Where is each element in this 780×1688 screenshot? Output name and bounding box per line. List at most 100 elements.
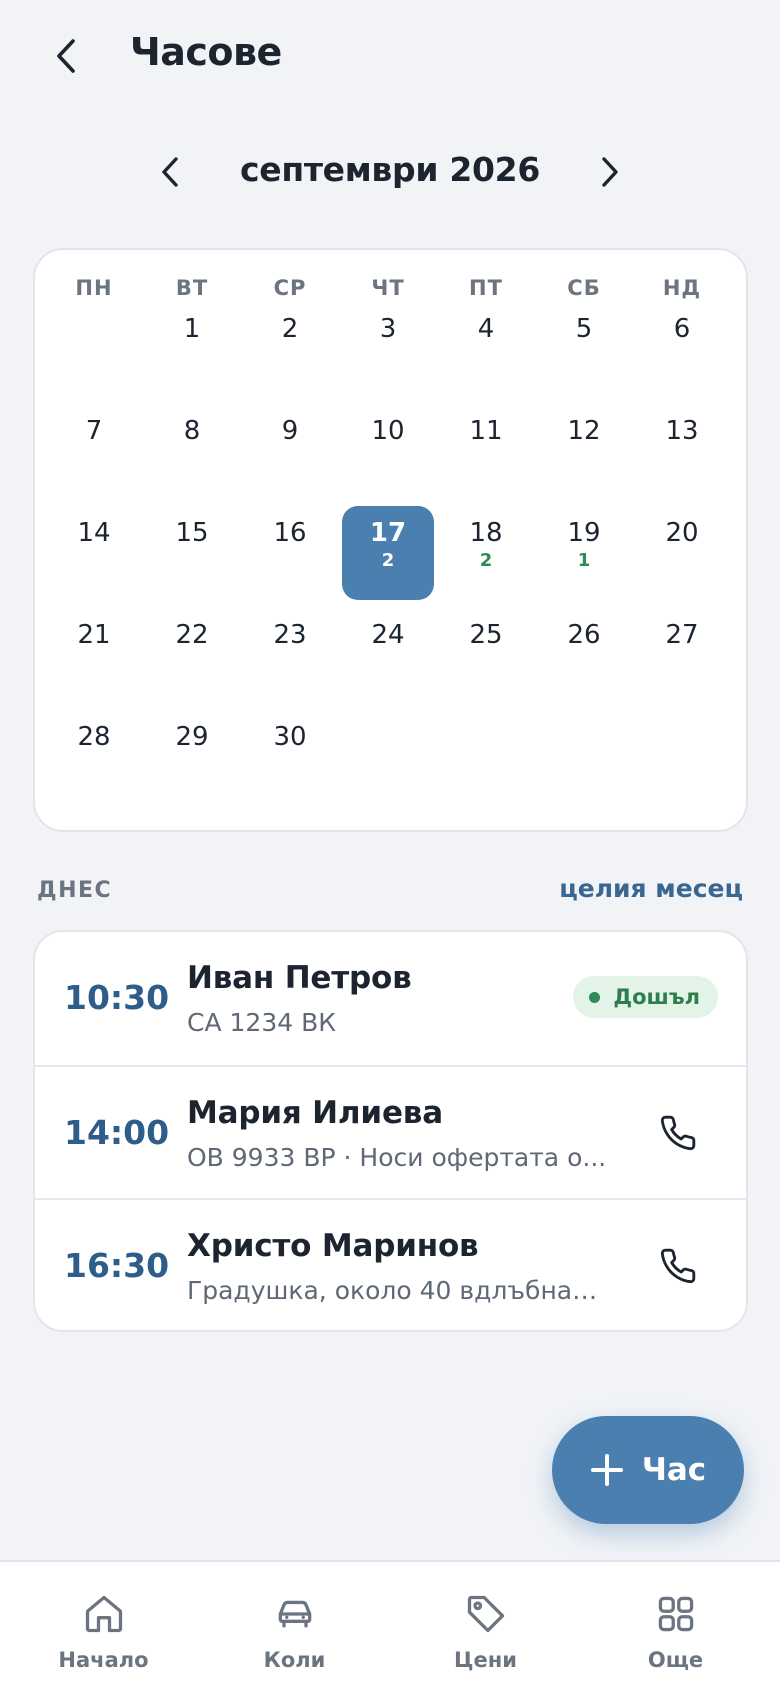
- calendar-day[interactable]: 29: [146, 710, 238, 804]
- chevron-left-icon: [57, 39, 75, 73]
- chevron-right-icon: [602, 157, 618, 187]
- nav-label: Цени: [454, 1648, 517, 1672]
- day-number: 25: [469, 620, 503, 650]
- calendar-day[interactable]: 15: [146, 506, 238, 600]
- calendar-day[interactable]: 28: [48, 710, 140, 804]
- appointments-card: 10:30 Иван Петров СА 1234 ВК Дошъл 14:00…: [33, 930, 748, 1332]
- day-number: 28: [77, 722, 111, 752]
- app-header: Часове: [0, 0, 780, 112]
- calendar-day[interactable]: 5: [538, 302, 630, 396]
- whole-month-link[interactable]: целия месец: [559, 874, 743, 903]
- client-name: Иван Петров: [187, 960, 412, 996]
- calendar-day[interactable]: 23: [244, 608, 336, 702]
- client-name: Мария Илиева: [187, 1095, 443, 1131]
- calendar-day[interactable]: 11: [440, 404, 532, 498]
- day-number: 26: [567, 620, 601, 650]
- day-number: 5: [575, 314, 593, 344]
- calendar-day[interactable]: 9: [244, 404, 336, 498]
- day-number: 18: [469, 518, 503, 548]
- status-badge: Дошъл: [573, 976, 718, 1018]
- day-number: 27: [665, 620, 699, 650]
- day-number: 24: [371, 620, 405, 650]
- next-month-button[interactable]: [588, 150, 632, 194]
- weekday-label: ЧТ: [371, 276, 405, 300]
- day-number: 9: [281, 416, 299, 446]
- calendar-day[interactable]: 20: [636, 506, 728, 600]
- day-number: 23: [273, 620, 307, 650]
- weekday-label: СБ: [567, 276, 601, 300]
- weekday-label: НД: [662, 276, 702, 300]
- calendar-day[interactable]: 17 2: [342, 506, 434, 600]
- day-number: 1: [183, 314, 201, 344]
- day-number: 21: [77, 620, 111, 650]
- phone-icon: [660, 1115, 696, 1151]
- weekday-label: ВТ: [175, 276, 209, 300]
- appointment-time: 14:00: [64, 1113, 170, 1152]
- calendar-day[interactable]: 13: [636, 404, 728, 498]
- day-number: 8: [183, 416, 201, 446]
- appointment-count: 2: [479, 550, 493, 571]
- calendar-day[interactable]: 24: [342, 608, 434, 702]
- car-icon: [278, 1600, 311, 1628]
- tag-icon: [467, 1595, 504, 1633]
- appointment-count: 1: [577, 550, 591, 571]
- calendar-day[interactable]: 2: [244, 302, 336, 396]
- nav-item-home[interactable]: Начало: [6, 1562, 201, 1688]
- call-button[interactable]: [654, 1242, 702, 1290]
- calendar-day[interactable]: 14: [48, 506, 140, 600]
- calendar-day[interactable]: 7: [48, 404, 140, 498]
- nav-item-cars[interactable]: Коли: [197, 1562, 392, 1688]
- calendar-day[interactable]: 22: [146, 608, 238, 702]
- phone-icon: [660, 1248, 696, 1284]
- nav-item-prices[interactable]: Цени: [388, 1562, 583, 1688]
- calendar-day[interactable]: 12: [538, 404, 630, 498]
- calendar-day[interactable]: 1: [146, 302, 238, 396]
- calendar-day[interactable]: 25: [440, 608, 532, 702]
- day-number: 29: [175, 722, 209, 752]
- grid-icon: [658, 1596, 693, 1632]
- calendar-day[interactable]: 30: [244, 710, 336, 804]
- calendar-day[interactable]: 3: [342, 302, 434, 396]
- day-number: 22: [175, 620, 209, 650]
- month-label: септември 2026: [240, 150, 540, 189]
- nav-item-more[interactable]: Още: [578, 1562, 773, 1688]
- calendar-day[interactable]: 18 2: [440, 506, 532, 600]
- appointment-time: 16:30: [64, 1246, 170, 1285]
- chevron-left-icon: [162, 157, 178, 187]
- add-appointment-button[interactable]: Час: [552, 1416, 744, 1524]
- weekday-label: ПТ: [469, 276, 503, 300]
- calendar-day[interactable]: 27: [636, 608, 728, 702]
- day-number: 19: [567, 518, 601, 548]
- calendar-day[interactable]: 10: [342, 404, 434, 498]
- day-number: 4: [477, 314, 495, 344]
- day-number: 10: [371, 416, 405, 446]
- day-number: 11: [469, 416, 503, 446]
- weekday-label: ПН: [75, 276, 113, 300]
- nav-label: Начало: [58, 1648, 149, 1672]
- calendar-day[interactable]: 19 1: [538, 506, 630, 600]
- calendar-day[interactable]: 26: [538, 608, 630, 702]
- appointment-row[interactable]: 14:00 Мария Илиева ОВ 9933 ВР · Носи офе…: [35, 1065, 746, 1198]
- day-number: 12: [567, 416, 601, 446]
- day-number: 3: [379, 314, 397, 344]
- back-button[interactable]: [44, 34, 88, 78]
- calendar-day[interactable]: 8: [146, 404, 238, 498]
- calendar-day[interactable]: 16: [244, 506, 336, 600]
- day-number: 16: [273, 518, 307, 548]
- weekday-label: СР: [273, 276, 307, 300]
- calendar-day[interactable]: 6: [636, 302, 728, 396]
- day-number: 20: [665, 518, 699, 548]
- appointment-details: ОВ 9933 ВР · Носи офертата о...: [187, 1143, 607, 1172]
- calendar-day[interactable]: 21: [48, 608, 140, 702]
- call-button[interactable]: [654, 1109, 702, 1157]
- previous-month-button[interactable]: [148, 150, 192, 194]
- client-name: Христо Маринов: [187, 1228, 479, 1264]
- appointment-time: 10:30: [64, 978, 170, 1017]
- status-dot-icon: [589, 992, 601, 1003]
- calendar-day[interactable]: 4: [440, 302, 532, 396]
- appointment-row[interactable]: 16:30 Христо Маринов Градушка, около 40 …: [35, 1198, 746, 1330]
- day-number: 7: [85, 416, 103, 446]
- day-number: 30: [273, 722, 307, 752]
- appointment-row[interactable]: 10:30 Иван Петров СА 1234 ВК Дошъл: [35, 932, 746, 1065]
- appointment-details: Градушка, около 40 вдлъбнат...: [187, 1276, 607, 1305]
